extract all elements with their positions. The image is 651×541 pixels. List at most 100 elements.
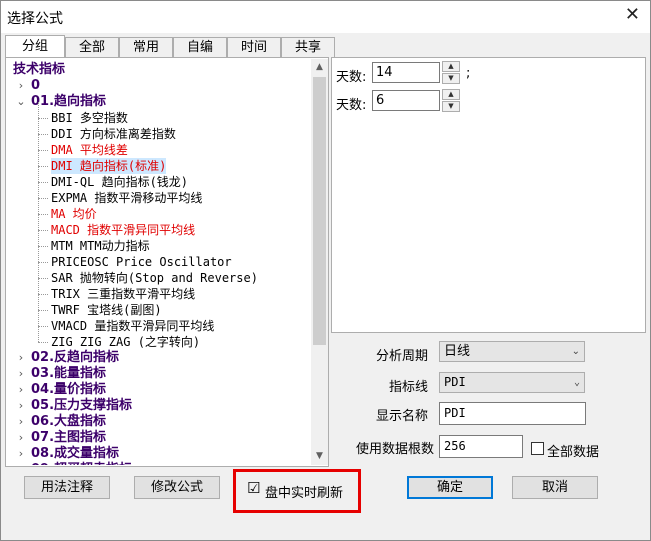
tree-group-item[interactable]: › 06.大盘指标	[7, 414, 307, 430]
scroll-thumb[interactable]	[313, 77, 326, 345]
all-data-label: 全部数据	[547, 445, 600, 460]
all-data-checkbox[interactable]	[531, 442, 544, 455]
collapse-chevron-icon[interactable]: ›	[15, 430, 27, 446]
tree-item-label: 09.超买超卖指标	[31, 462, 132, 465]
tab-time[interactable]: 时间	[227, 37, 281, 57]
tab-custom[interactable]: 自编	[173, 37, 227, 57]
tree-formula-item[interactable]: MTM MTM动力指标	[7, 230, 307, 254]
indicator-line-value: PDI	[444, 375, 466, 389]
tree-formula-item[interactable]: PRICEOSC Price Oscillator	[7, 246, 307, 270]
display-name-input[interactable]: PDI	[439, 402, 586, 425]
spin-down-icon[interactable]: ▼	[442, 73, 460, 84]
title-bar: 选择公式 ✕	[1, 1, 650, 33]
collapse-chevron-icon[interactable]: ›	[15, 462, 27, 465]
tree-group-item[interactable]: › 04.量价指标	[7, 382, 307, 398]
tree-root[interactable]: 技术指标	[13, 62, 65, 78]
period-select[interactable]: 日线 ⌄	[439, 341, 585, 362]
data-count-label: 使用数据根数	[355, 442, 434, 457]
tree-item-label: MTM MTM动力指标	[51, 239, 150, 253]
dialog-title: 选择公式	[7, 11, 63, 27]
param-suffix-1: ;	[466, 66, 471, 81]
tree-formula-item[interactable]: DMI 趋向指标(标准)	[7, 150, 307, 174]
indicator-line-select[interactable]: PDI ⌄	[439, 372, 585, 393]
tree-group-item[interactable]: › 0	[7, 78, 307, 94]
param-label-2: 天数:	[336, 98, 367, 113]
scroll-down-icon[interactable]: ▼	[311, 448, 328, 465]
tree-group-item[interactable]: › 07.主图指标	[7, 430, 307, 446]
tree-connector	[38, 118, 48, 119]
tree-group-item[interactable]: › 08.成交量指标	[7, 446, 307, 462]
tree-formula-item[interactable]: EXPMA 指数平滑移动平均线	[7, 182, 307, 206]
edit-formula-button[interactable]: 修改公式	[134, 476, 220, 499]
tree-formula-item[interactable]: TRIX 三重指数平滑平均线	[7, 278, 307, 302]
collapse-chevron-icon[interactable]: ›	[15, 366, 27, 382]
collapse-chevron-icon[interactable]: ›	[15, 350, 27, 366]
spin-down-icon[interactable]: ▼	[442, 101, 460, 112]
tree-item-label: MA 均价	[51, 207, 97, 221]
tree-group-item[interactable]: › 05.压力支撑指标	[7, 398, 307, 414]
cancel-button[interactable]: 取消	[512, 476, 598, 499]
collapse-chevron-icon[interactable]: ›	[15, 382, 27, 398]
tree-connector	[38, 214, 39, 230]
collapse-chevron-icon[interactable]: ›	[15, 78, 27, 94]
tree-item-label: 0	[31, 78, 41, 93]
data-count-input[interactable]: 256	[439, 435, 523, 458]
spin-up-icon[interactable]: ▲	[442, 61, 460, 72]
realtime-refresh-label: 盘中实时刷新	[265, 486, 344, 501]
tree-formula-item[interactable]: SAR 抛物转向(Stop and Reverse)	[7, 262, 307, 286]
param-input-2[interactable]: 6	[372, 90, 440, 111]
tree-item-label: PRICEOSC Price Oscillator	[51, 255, 232, 269]
param-input-1[interactable]: 14	[372, 62, 440, 83]
tree-formula-item[interactable]: DDI 方向标准离差指数	[7, 118, 307, 142]
tree-formula-item[interactable]: ZIG ZIG ZAG (之字转向)	[7, 326, 307, 350]
tree-connector	[38, 134, 48, 135]
tree-connector	[38, 278, 39, 294]
collapse-chevron-icon[interactable]: ›	[15, 446, 27, 462]
spin-up-icon[interactable]: ▲	[442, 89, 460, 100]
chevron-down-icon: ⌄	[573, 377, 580, 388]
period-label: 分析周期	[375, 349, 428, 364]
param-spinner-2[interactable]: ▲ ▼	[442, 89, 460, 112]
select-formula-dialog: 选择公式 ✕ 分组 全部 常用 自编 时间 共享 技术指标 › 0 ⌄ 01.趋向指标…	[0, 0, 651, 541]
expand-chevron-icon[interactable]: ⌄	[15, 94, 27, 110]
tree-formula-item[interactable]: VMACD 量指数平滑异同平均线	[7, 310, 307, 334]
tree-formula-item[interactable]: TWRF 宝塔线(副图)	[7, 294, 307, 318]
tree-item-label: DMI 趋向指标(标准)	[51, 158, 167, 174]
tab-common[interactable]: 常用	[119, 37, 173, 57]
tree-scrollbar[interactable]: ▲ ▼	[311, 59, 328, 465]
tree-connector	[38, 150, 48, 151]
ok-button[interactable]: 确定	[407, 476, 493, 499]
tree-item-label: EXPMA 指数平滑移动平均线	[51, 191, 203, 205]
tree-item-label: 07.主图指标	[31, 430, 107, 445]
scroll-up-icon[interactable]: ▲	[311, 59, 328, 76]
tree-formula-item[interactable]: DMI-QL 趋向指标(钱龙)	[7, 166, 307, 190]
tree-connector	[38, 342, 48, 343]
tree-connector	[38, 326, 48, 327]
tree-connector	[38, 246, 48, 247]
tree-item-label: BBI 多空指数	[51, 111, 128, 125]
params-panel: 天数: 14 ▲ ▼ ; 天数: 6 ▲ ▼	[331, 57, 646, 333]
tree-group-item[interactable]: › 03.能量指标	[7, 366, 307, 382]
tree-formula-item[interactable]: BBI 多空指数	[7, 102, 307, 126]
tree-connector	[38, 182, 39, 198]
tree-formula-item[interactable]: MACD 指数平滑异同平均线	[7, 214, 307, 238]
tree-formula-item[interactable]: DMA 平均线差	[7, 134, 307, 158]
tab-group[interactable]: 分组	[5, 35, 65, 57]
tree-item-label: TWRF 宝塔线(副图)	[51, 303, 162, 317]
collapse-chevron-icon[interactable]: ›	[15, 398, 27, 414]
tree-item-label: ZIG ZIG ZAG (之字转向)	[51, 335, 201, 349]
close-icon[interactable]: ✕	[625, 4, 640, 25]
usage-notes-button[interactable]: 用法注释	[24, 476, 110, 499]
collapse-chevron-icon[interactable]: ›	[15, 414, 27, 430]
tree-group-item[interactable]: ⌄ 01.趋向指标	[7, 94, 307, 110]
tree-group-item[interactable]: › 09.超买超卖指标	[7, 462, 307, 465]
tab-shared[interactable]: 共享	[281, 37, 335, 57]
tab-all[interactable]: 全部	[65, 37, 119, 57]
tree-item-label: 03.能量指标	[31, 366, 107, 381]
param-spinner-1[interactable]: ▲ ▼	[442, 61, 460, 84]
formula-tree[interactable]: 技术指标 › 0 ⌄ 01.趋向指标 BBI 多空指数 DDI 方向标准离差指数 DMA 平…	[7, 59, 310, 465]
realtime-refresh-checkbox[interactable]: ☑	[247, 480, 260, 496]
tree-formula-item[interactable]: MA 均价	[7, 198, 307, 222]
tree-group-item[interactable]: › 02.反趋向指标	[7, 350, 307, 366]
tree-item-label: VMACD 量指数平滑异同平均线	[51, 319, 215, 333]
